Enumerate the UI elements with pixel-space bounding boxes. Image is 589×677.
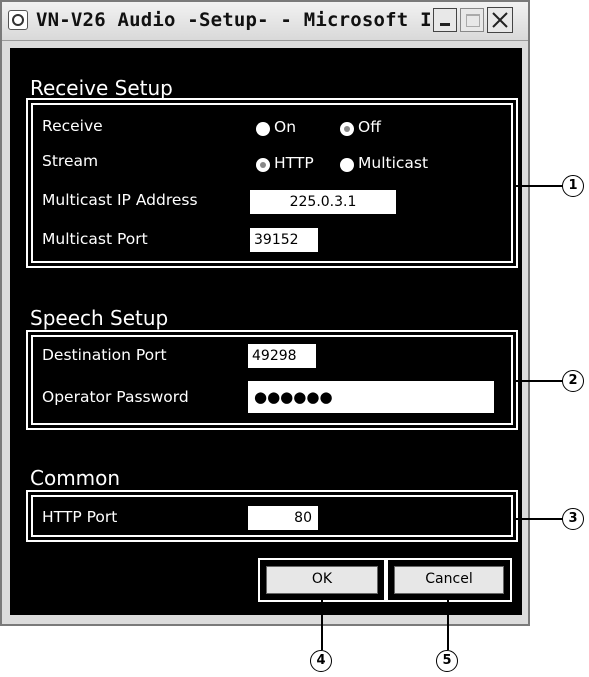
callout-3: 3 [562,508,584,530]
window-title: VN-V26 Audio -Setup- - Microsoft I.. [36,9,456,31]
speech-setup-title: Speech Setup [30,306,169,330]
stream-http-radio[interactable] [256,158,270,172]
ie-icon [8,10,28,30]
receive-setup-title: Receive Setup [30,76,173,100]
common-title: Common [30,466,121,490]
title-bar[interactable]: VN-V26 Audio -Setup- - Microsoft I.. [2,2,528,41]
callout-line-5 [447,600,449,650]
multicast-port-field[interactable]: 39152 [250,228,318,252]
close-icon[interactable] [487,7,513,33]
callout-line-3 [516,518,564,520]
cancel-button[interactable]: Cancel [394,566,504,594]
receive-off-radio[interactable] [340,122,354,136]
multicast-ip-field[interactable]: 225.0.3.1 [250,190,396,214]
callout-4: 4 [310,650,332,672]
callout-2: 2 [562,370,584,392]
dialog-content: Receive Setup Receive On Off Stream HTTP… [10,48,522,615]
receive-off-label: Off [358,118,381,136]
browser-window: VN-V26 Audio -Setup- - Microsoft I.. Rec… [0,0,530,626]
stream-http-label: HTTP [274,154,314,172]
stream-multicast-radio[interactable] [340,158,354,172]
destination-port-label: Destination Port [42,346,167,364]
ok-button[interactable]: OK [266,566,378,594]
receive-on-radio[interactable] [256,122,270,136]
callout-line-4 [321,600,323,650]
callout-line-1 [516,185,564,187]
callout-line-2 [516,380,564,382]
multicast-port-label: Multicast Port [42,230,148,248]
callout-1: 1 [562,175,584,197]
minimize-icon[interactable] [433,8,457,32]
receive-on-label: On [274,118,297,136]
maximize-icon[interactable] [460,8,484,32]
http-port-field[interactable]: 80 [248,506,318,530]
operator-password-field[interactable]: ●●●●●● [248,381,494,413]
multicast-ip-label: Multicast IP Address [42,191,198,209]
destination-port-field[interactable]: 49298 [248,344,316,368]
http-port-label: HTTP Port [42,508,118,526]
callout-5: 5 [436,650,458,672]
operator-password-label: Operator Password [42,388,189,406]
stream-multicast-label: Multicast [358,154,429,172]
receive-label: Receive [42,117,103,135]
stream-label: Stream [42,152,99,170]
